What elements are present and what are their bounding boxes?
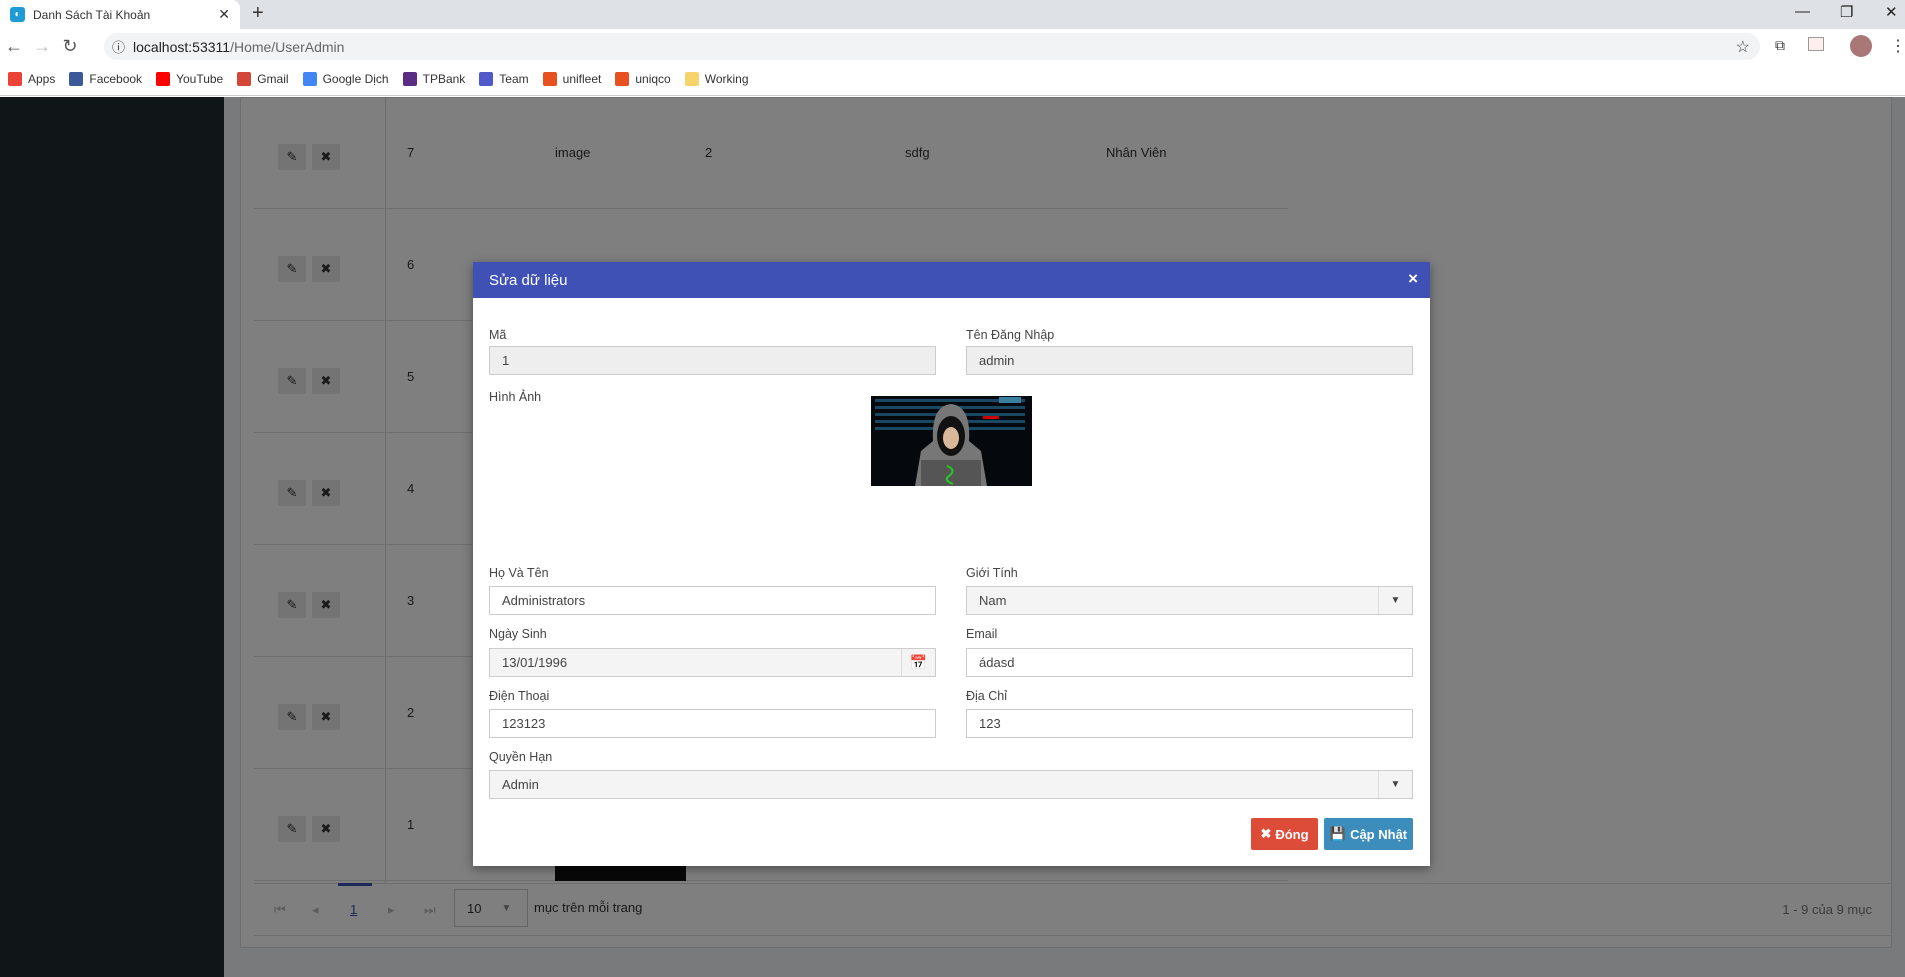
role-select[interactable]: Admin ▼ — [489, 770, 1413, 799]
email-label: Email — [966, 627, 998, 641]
close-button-label: Đóng — [1275, 826, 1309, 842]
url-path: /Home/UserAdmin — [230, 38, 345, 55]
forward-icon[interactable]: → — [28, 36, 56, 57]
avatar[interactable] — [1850, 35, 1872, 57]
dob-datepicker[interactable]: 13/01/1996 📅 — [489, 648, 936, 677]
bookmark-label: Working — [704, 72, 749, 86]
address-label: Địa Chỉ — [966, 689, 1007, 703]
bookmarks-bar: Apps Facebook YouTube Gmail Google Dịch TPBan… — [0, 63, 1905, 96]
fullname-input[interactable]: Administrators — [489, 586, 936, 615]
bookmark-icon — [542, 72, 557, 86]
bookmark-item[interactable]: Google Dịch — [302, 72, 389, 86]
back-icon[interactable]: ← — [0, 36, 28, 57]
bookmark-icon — [8, 72, 22, 86]
bookmark-item[interactable]: unifleet — [542, 72, 602, 86]
minimize-icon[interactable]: — — [1795, 3, 1810, 20]
email-value: ádasd — [979, 655, 1015, 670]
url-host: localhost:53311 — [133, 38, 231, 55]
bookmark-label: Facebook — [89, 72, 143, 86]
phone-input[interactable]: 123123 — [489, 709, 936, 738]
bookmark-label: Apps — [28, 72, 56, 86]
bookmark-label: TPBank — [422, 72, 466, 86]
bookmark-item[interactable]: Facebook — [69, 72, 142, 86]
modal-header: Sửa dữ liệu × — [473, 262, 1430, 298]
update-button-label: Cập Nhật — [1350, 826, 1408, 842]
calendar-icon[interactable]: 📅 — [901, 649, 935, 676]
extension-2-icon[interactable] — [1808, 37, 1824, 51]
bookmark-icon — [615, 72, 630, 86]
bookmark-icon — [684, 72, 699, 86]
restore-icon[interactable]: ❐ — [1840, 3, 1853, 21]
save-icon: 💾 — [1329, 826, 1347, 841]
bookmark-item[interactable]: Team — [479, 72, 529, 86]
bookmark-item[interactable]: Apps — [8, 72, 55, 86]
gender-select[interactable]: Nam ▼ — [966, 586, 1413, 615]
menu-icon[interactable]: ⋮ — [1890, 36, 1905, 56]
gender-label: Giới Tính — [966, 566, 1018, 580]
close-window-icon[interactable]: ✕ — [1885, 3, 1898, 21]
reload-icon[interactable]: ↻ — [56, 36, 84, 57]
bookmark-icon — [69, 72, 84, 86]
bookmark-label: unifleet — [562, 72, 602, 86]
extension-icon[interactable]: ⧉ — [1775, 37, 1785, 54]
ma-value: 1 — [502, 353, 510, 368]
chevron-down-icon: ▼ — [1378, 771, 1412, 798]
username-label: Tên Đăng Nhập — [966, 328, 1055, 342]
site-favicon-icon: ◐ — [10, 7, 25, 22]
email-input[interactable]: ádasd — [966, 648, 1413, 677]
role-value: Admin — [502, 777, 539, 792]
bookmark-icon — [402, 72, 417, 86]
role-label: Quyền Hạn — [489, 750, 553, 764]
tab-bar: ◐ Danh Sách Tài Khoản ✕ + — ❐ ✕ — [0, 0, 1905, 29]
ma-label: Mã — [489, 328, 507, 342]
bookmark-item[interactable]: Working — [684, 72, 749, 86]
fullname-value: Administrators — [502, 593, 586, 608]
gender-value: Nam — [979, 593, 1007, 608]
address-input[interactable]: 123 — [966, 709, 1413, 738]
tab-title: Danh Sách Tài Khoản — [33, 7, 151, 22]
times-icon: ✖ — [1260, 826, 1272, 841]
image-label: Hình Ảnh — [489, 390, 542, 404]
phone-value: 123123 — [502, 716, 546, 731]
phone-label: Điện Thoại — [489, 689, 550, 703]
bookmark-label: uniqco — [635, 72, 671, 86]
bookmark-item[interactable]: uniqco — [615, 72, 671, 86]
dob-label: Ngày Sinh — [489, 627, 547, 641]
username-field[interactable]: admin — [966, 346, 1413, 375]
bookmark-item[interactable]: Gmail — [237, 72, 289, 86]
chevron-down-icon: ▼ — [1378, 587, 1412, 614]
ma-field[interactable]: 1 — [489, 346, 936, 375]
bookmark-icon — [156, 72, 171, 86]
profile-image — [871, 396, 1032, 486]
close-button[interactable]: ✖ Đóng — [1251, 818, 1318, 850]
edit-modal: Sửa dữ liệu × Mã 1 Tên Đăng Nhập admin H… — [473, 262, 1430, 866]
modal-title: Sửa dữ liệu — [489, 271, 568, 289]
dob-value: 13/01/1996 — [502, 655, 568, 670]
star-icon[interactable]: ☆ — [1736, 37, 1750, 57]
close-tab-icon[interactable]: ✕ — [218, 6, 230, 23]
close-icon[interactable]: × — [1408, 269, 1418, 289]
bookmark-item[interactable]: YouTube — [156, 72, 223, 86]
fullname-label: Họ Và Tên — [489, 566, 549, 580]
bookmark-label: YouTube — [176, 72, 224, 86]
bookmark-icon — [479, 72, 494, 86]
bookmark-icon — [302, 72, 317, 86]
address-bar[interactable]: ⓘ localhost:53311/Home/UserAdmin ☆ — [104, 33, 1760, 60]
bookmark-item[interactable]: TPBank — [402, 72, 466, 86]
browser-tab[interactable]: ◐ Danh Sách Tài Khoản ✕ — [0, 0, 240, 29]
bookmark-label: Team — [499, 72, 529, 86]
update-button[interactable]: 💾 Cập Nhật — [1324, 818, 1413, 850]
bookmark-label: Gmail — [257, 72, 289, 86]
new-tab-icon[interactable]: + — [252, 2, 264, 25]
bookmark-icon — [237, 72, 252, 86]
address-value: 123 — [979, 716, 1001, 731]
username-value: admin — [979, 353, 1015, 368]
bookmark-label: Google Dịch — [322, 72, 389, 86]
info-icon[interactable]: ⓘ — [112, 37, 125, 56]
